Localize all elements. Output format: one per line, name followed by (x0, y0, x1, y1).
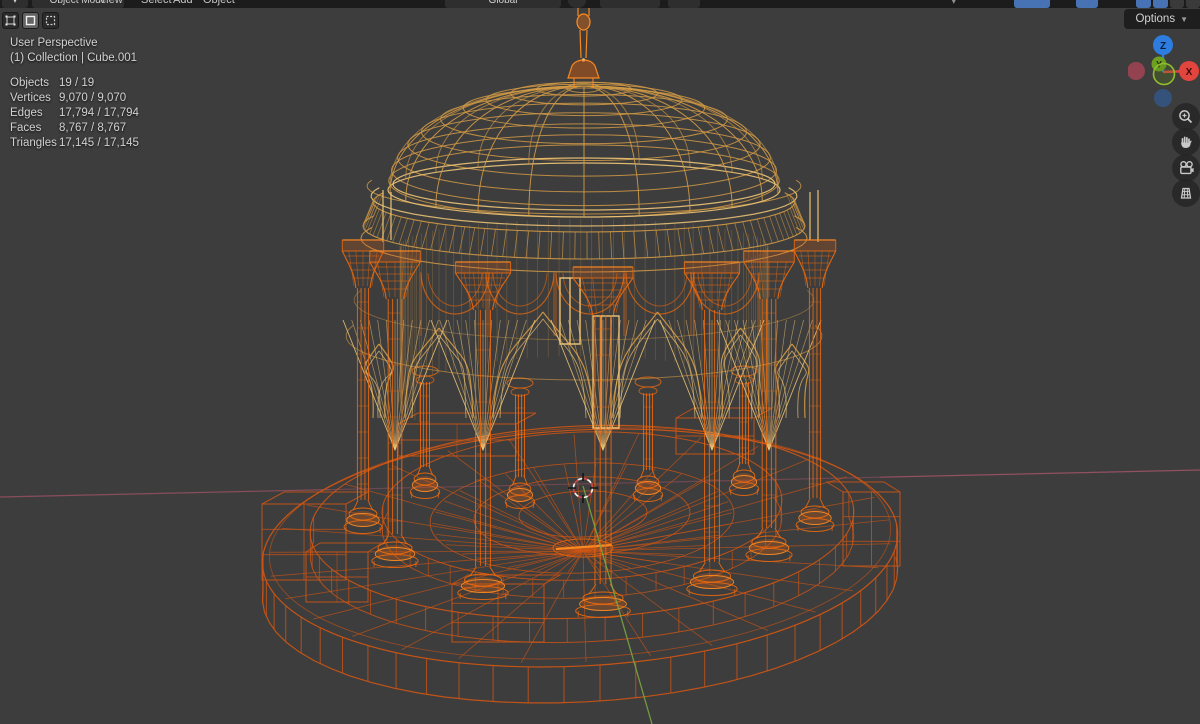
3d-cursor (568, 473, 598, 503)
stat-value: 17,794 / 17,794 (59, 107, 139, 119)
shading-solid-icon[interactable] (1153, 0, 1168, 8)
stat-value: 8,767 / 8,767 (59, 122, 127, 134)
chevron-down-icon: ▼ (1180, 14, 1188, 24)
select-tweak-icon[interactable] (2, 12, 19, 29)
camera-view-button[interactable] (1172, 154, 1200, 182)
viewport-overlay-text: User Perspective (1) Collection | Cube.0… (10, 36, 139, 151)
options-button[interactable]: Options ▼ (1124, 9, 1200, 29)
stat-value: 17,145 / 17,145 (59, 137, 139, 149)
viewport-3d[interactable] (0, 0, 1200, 724)
select-lasso-icon[interactable] (42, 12, 59, 29)
shading-wireframe-icon[interactable] (1136, 0, 1151, 8)
stat-label: Triangles (10, 137, 57, 149)
navigation-gizmo[interactable]: Y Z X (1128, 30, 1200, 112)
top-bar: ▾ Object Mode View Select Add Object Glo… (0, 0, 1200, 8)
pivot-point-widget[interactable] (668, 0, 700, 8)
options-label: Options (1135, 13, 1176, 25)
pan-hand-icon (1181, 136, 1192, 148)
transform-orientation-dropdown[interactable]: Global (445, 0, 561, 8)
menu-add[interactable]: Add (173, 0, 193, 8)
select-mode-buttons (2, 12, 59, 29)
gizmo-neg-x-ball[interactable] (1128, 62, 1145, 80)
select-box-icon[interactable] (22, 12, 39, 29)
shading-material-icon[interactable] (1170, 0, 1184, 8)
editor-type-icon[interactable]: ▾ (2, 0, 28, 8)
blender-window: ▾ Object Mode View Select Add Object Glo… (0, 0, 1200, 724)
camera-view-icon (1179, 161, 1194, 175)
stat-label: Edges (10, 107, 43, 119)
menu-select[interactable]: Select (141, 0, 172, 8)
stat-label: Faces (10, 122, 42, 134)
breadcrumb: (1) Collection | Cube.001 (10, 52, 137, 64)
pan-button[interactable] (1172, 128, 1200, 156)
stat-label: Objects (10, 77, 49, 89)
overlays-toggle-icon[interactable] (1076, 0, 1098, 8)
snap-target-icon[interactable] (568, 0, 586, 8)
proportional-edit-widget[interactable] (600, 0, 660, 8)
orthographic-grid-icon (1180, 187, 1192, 199)
zoom-icon (1179, 110, 1193, 124)
orthographic-toggle-button[interactable] (1172, 179, 1200, 207)
shading-rendered-icon[interactable] (1186, 0, 1200, 8)
view-perspective-label: User Perspective (10, 37, 98, 49)
svg-text:Z: Z (1160, 41, 1166, 52)
svg-text:X: X (1186, 67, 1193, 78)
menu-view[interactable]: View (99, 0, 123, 8)
gizmo-center-ball[interactable] (1152, 62, 1176, 86)
zoom-button[interactable] (1172, 103, 1200, 131)
menu-object[interactable]: Object (203, 0, 235, 8)
gizmo-neg-z-ball[interactable] (1154, 89, 1172, 107)
stat-value: 9,070 / 9,070 (59, 92, 127, 104)
stat-value: 19 / 19 (59, 77, 95, 89)
header-caret-icon[interactable]: ▾ (951, 0, 957, 8)
gizmo-toggle-icon[interactable] (1014, 0, 1050, 8)
stat-label: Vertices (10, 92, 51, 104)
